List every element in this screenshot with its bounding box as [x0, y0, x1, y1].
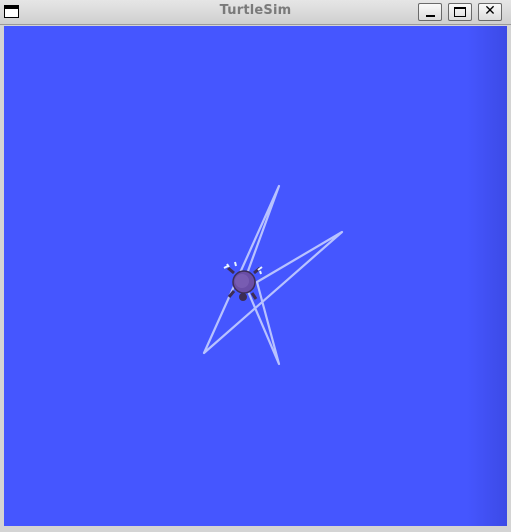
pen-trail-path [202, 184, 344, 366]
minimize-button[interactable] [418, 3, 442, 21]
turtle-canvas [4, 26, 507, 526]
pen-trail [202, 184, 344, 366]
maximize-icon [454, 7, 466, 17]
minimize-icon [426, 15, 435, 17]
title-bar[interactable]: TurtleSim ✕ [0, 0, 511, 25]
maximize-button[interactable] [448, 3, 472, 21]
turtlesim-window: TurtleSim ✕ [0, 0, 511, 532]
close-icon: ✕ [484, 3, 496, 19]
drawing-surface [202, 184, 344, 366]
close-button[interactable]: ✕ [478, 3, 502, 21]
